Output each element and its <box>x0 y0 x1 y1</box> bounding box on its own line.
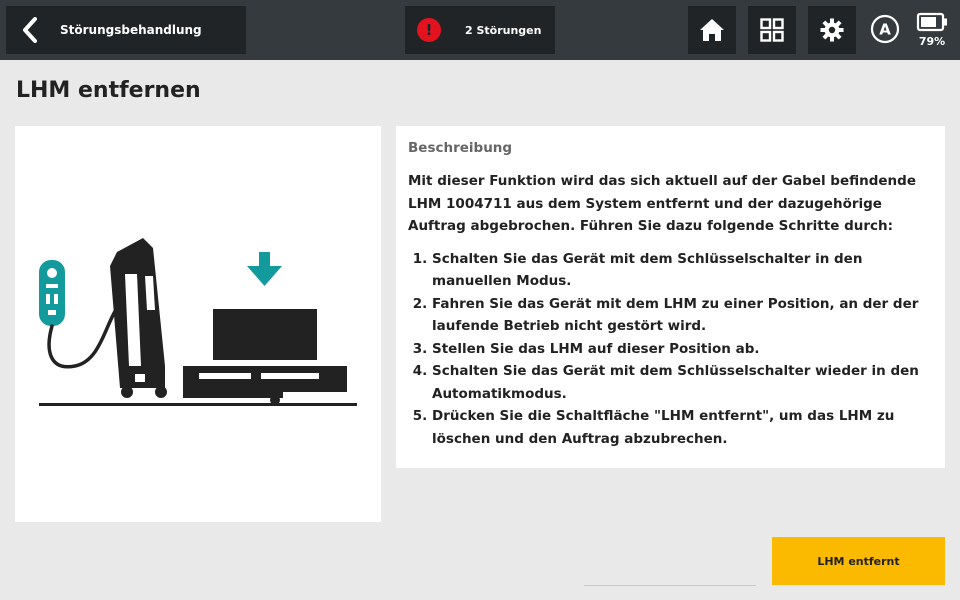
description-intro: Mit dieser Funktion wird das sich aktuel… <box>408 173 916 234</box>
home-icon <box>700 19 724 41</box>
forklift-body <box>110 238 167 398</box>
top-bar: Störungsbehandlung ! 2 Störungen A 79% <box>0 0 960 60</box>
settings-button[interactable] <box>808 6 856 54</box>
description-heading: Beschreibung <box>408 140 513 156</box>
exclamation-icon: ! <box>417 18 441 42</box>
load-unit <box>213 309 317 360</box>
step-item: Schalten Sie das Gerät mit dem Schlüssel… <box>432 248 933 293</box>
chevron-left-icon <box>6 6 54 54</box>
description-panel: Beschreibung Mit dieser Funktion wird da… <box>396 126 945 468</box>
forklift-illustration <box>39 238 357 406</box>
svg-text:A: A <box>879 21 891 39</box>
alarm-count: 2 Störungen <box>465 23 542 37</box>
arrow-down-icon <box>247 252 282 286</box>
back-button[interactable]: Störungsbehandlung <box>6 6 246 54</box>
home-button[interactable] <box>688 6 736 54</box>
illustration-panel <box>15 126 381 522</box>
step-item: Stellen Sie das LHM auf dieser Position … <box>432 338 933 361</box>
gear-icon <box>820 18 844 42</box>
circle-a-icon: A <box>870 14 900 44</box>
page-title: LHM entfernen <box>16 78 201 103</box>
scroll-indicator <box>584 585 756 586</box>
grid-icon <box>760 18 784 42</box>
pallet <box>183 366 347 405</box>
step-item: Schalten Sie das Gerät mit dem Schlüssel… <box>432 360 933 405</box>
battery-percent: 79% <box>918 35 946 48</box>
step-item: Drücken Sie die Schaltfläche "LHM entfer… <box>432 405 933 450</box>
lhm-removed-button[interactable]: LHM entfernt <box>772 537 945 585</box>
instruction-steps: Schalten Sie das Gerät mit dem Schlüssel… <box>408 248 933 451</box>
alarm-button[interactable]: ! 2 Störungen <box>405 6 555 54</box>
grid-button[interactable] <box>748 6 796 54</box>
breadcrumb-title: Störungsbehandlung <box>60 23 202 37</box>
step-item: Fahren Sie das Gerät mit dem LHM zu eine… <box>432 293 933 338</box>
mode-indicator: A <box>870 14 900 44</box>
remote-control <box>39 260 65 326</box>
